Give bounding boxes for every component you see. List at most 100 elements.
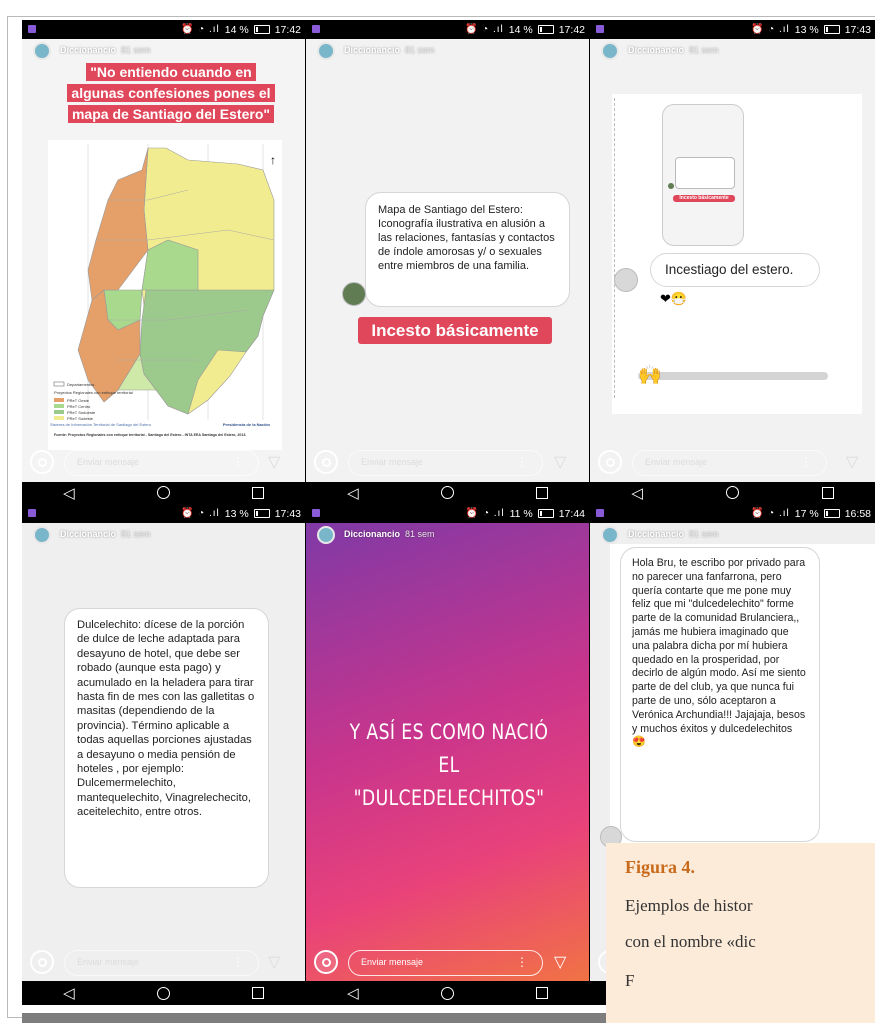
quoted-story-thumbnail: Incesto básicamente (662, 104, 744, 246)
svg-text:PReT Oeste: PReT Oeste (67, 398, 90, 403)
alarm-wifi-signal-icons: ⏰ ◔ .ıl (750, 508, 790, 519)
alarm-wifi-signal-icons: ⏰ ◔ .ıl (465, 508, 505, 519)
status-bar: ⏰ ◔ .ıl 11 % 17:44 (306, 504, 589, 523)
clock: 17:43 (844, 23, 871, 36)
back-icon[interactable]: ◁ (347, 484, 359, 502)
home-icon[interactable] (156, 986, 170, 1000)
more-dots-icon[interactable]: ⋮ (232, 451, 244, 474)
alarm-wifi-signal-icons: ⏰ ◔ .ıl (180, 24, 220, 35)
battery-percent: 17 % (794, 507, 819, 520)
recents-icon[interactable] (535, 486, 548, 499)
home-icon[interactable] (440, 986, 454, 1000)
story-panel-headline: ⏰ ◔ .ıl 11 % 17:44 Diccionancio 81 sem Y … (306, 504, 589, 1005)
story-username[interactable]: Diccionancio 81 sem (628, 45, 719, 55)
back-icon[interactable]: ◁ (63, 484, 75, 502)
recents-icon[interactable] (821, 486, 834, 499)
more-dots-icon[interactable]: ⋮ (232, 951, 244, 974)
story-panel-dulcelechito: ⏰ ◔ .ıl 13 % 17:43 Diccionancio 81 sem Du… (22, 504, 305, 1005)
recents-icon[interactable] (251, 987, 264, 999)
battery-icon (253, 25, 270, 34)
heart-eyes-emoji: 😍 (632, 736, 646, 749)
headline-text: Y ASÍ ES COMO NACIÓ EL "DULCEDELECHITOS" (349, 720, 549, 810)
send-icon[interactable]: ▽ (268, 952, 280, 972)
back-icon[interactable]: ◁ (63, 984, 75, 1002)
story-username[interactable]: Diccionancio 81 sem (60, 45, 151, 55)
avatar[interactable] (317, 526, 335, 544)
send-icon[interactable]: ▽ (554, 452, 566, 472)
more-dots-icon[interactable]: ⋮ (516, 951, 528, 974)
recents-icon[interactable] (535, 987, 548, 999)
sender-avatar (342, 282, 366, 306)
svg-text:PReT Sudoeste: PReT Sudoeste (67, 410, 96, 415)
avatar[interactable] (601, 526, 619, 544)
alarm-wifi-signal-icons: ⏰ ◔ .ıl (750, 24, 790, 35)
android-navbar: ◁ (22, 482, 305, 503)
recents-icon[interactable] (251, 486, 264, 499)
svg-text:↑: ↑ (270, 153, 276, 167)
home-icon[interactable] (440, 486, 454, 499)
android-navbar: ◁ (22, 981, 305, 1005)
svg-text:Fuente: Proyectos Regionales c: Fuente: Proyectos Regionales con enfoque… (54, 433, 246, 437)
reply-input[interactable]: Enviar mensaje ⋮ (64, 950, 259, 976)
home-icon[interactable] (156, 486, 170, 499)
reply-footer: Enviar mensaje ⋮ ▽ (22, 944, 305, 984)
back-icon[interactable]: ◁ (347, 984, 359, 1002)
story-header: Diccionancio 81 sem (306, 523, 589, 547)
reply-footer: Enviar mensaje ⋮ ▽ (590, 444, 875, 484)
clock: 17:42 (558, 23, 585, 36)
camera-icon[interactable] (30, 450, 54, 474)
status-bar: ⏰ ◔ .ıl 14 % 17:42 (22, 20, 305, 39)
avatar[interactable] (601, 42, 619, 60)
avatar[interactable] (33, 526, 51, 544)
camera-icon[interactable] (314, 450, 338, 474)
reply-input[interactable]: Enviar mensaje ⋮ (632, 450, 827, 476)
alarm-wifi-signal-icons: ⏰ ◔ .ıl (180, 508, 220, 519)
reply-footer: Enviar mensaje ⋮ ▽ (306, 944, 589, 984)
svg-text:Proyectos Regionales con enfoq: Proyectos Regionales con enfoque territo… (54, 390, 133, 395)
avatar[interactable] (33, 42, 51, 60)
emoji-slider[interactable] (638, 372, 828, 380)
story-header: Diccionancio 81 sem (22, 523, 305, 547)
reply-input[interactable]: Enviar mensaje ⋮ (64, 450, 259, 476)
reply-avatar (614, 268, 638, 292)
clock: 17:43 (274, 507, 301, 520)
send-icon[interactable]: ▽ (846, 452, 858, 472)
send-icon[interactable]: ▽ (554, 952, 566, 972)
reply-input[interactable]: Enviar mensaje ⋮ (348, 950, 543, 976)
android-navbar: ◁ (590, 482, 875, 503)
story-header: Diccionancio 81 sem (590, 39, 875, 63)
story-username[interactable]: Diccionancio 81 sem (344, 45, 435, 55)
home-icon[interactable] (725, 486, 739, 499)
story-header: Diccionancio 81 sem (22, 39, 305, 63)
story-username[interactable]: Diccionancio 81 sem (628, 529, 719, 539)
more-dots-icon[interactable]: ⋮ (800, 451, 812, 474)
svg-text:PReT Centro: PReT Centro (67, 404, 91, 409)
svg-text:PReT Sudeste: PReT Sudeste (67, 416, 94, 421)
story-username[interactable]: Diccionancio 81 sem (60, 529, 151, 539)
sticker-incesto: Incesto básicamente (358, 317, 552, 344)
back-icon[interactable]: ◁ (631, 484, 643, 502)
alarm-wifi-signal-icons: ⏰ ◔ .ıl (464, 24, 504, 35)
status-bar: ⏰ ◔ .ıl 13 % 17:43 (590, 20, 875, 39)
story-header: Diccionancio 81 sem (306, 39, 589, 63)
status-bar: ⏰ ◔ .ıl 13 % 17:43 (22, 504, 305, 523)
battery-icon (537, 509, 554, 518)
clock: 17:42 (274, 23, 301, 36)
slider-emoji[interactable]: 🙌 (638, 363, 662, 387)
send-icon[interactable]: ▽ (268, 452, 280, 472)
camera-icon[interactable] (30, 950, 54, 974)
definition-bubble: Mapa de Santiago del Estero: Iconografía… (365, 192, 570, 307)
story-username[interactable]: Diccionancio 81 sem (344, 529, 435, 539)
more-dots-icon[interactable]: ⋮ (516, 451, 528, 474)
camera-icon[interactable] (598, 450, 622, 474)
avatar[interactable] (317, 42, 335, 60)
battery-icon (253, 509, 270, 518)
camera-icon[interactable] (314, 950, 338, 974)
story-panel-definition: ⏰ ◔ .ıl 14 % 17:42 Diccionancio 81 sem Ma… (306, 20, 589, 503)
caption-line-3: F (625, 971, 635, 990)
reply-bubble: Incestiago del estero. (650, 253, 820, 287)
battery-icon (823, 509, 840, 518)
caption-line-2: con el nombre «dic (625, 932, 756, 951)
reply-input[interactable]: Enviar mensaje ⋮ (348, 450, 543, 476)
svg-text:Departamentos: Departamentos (67, 382, 94, 387)
